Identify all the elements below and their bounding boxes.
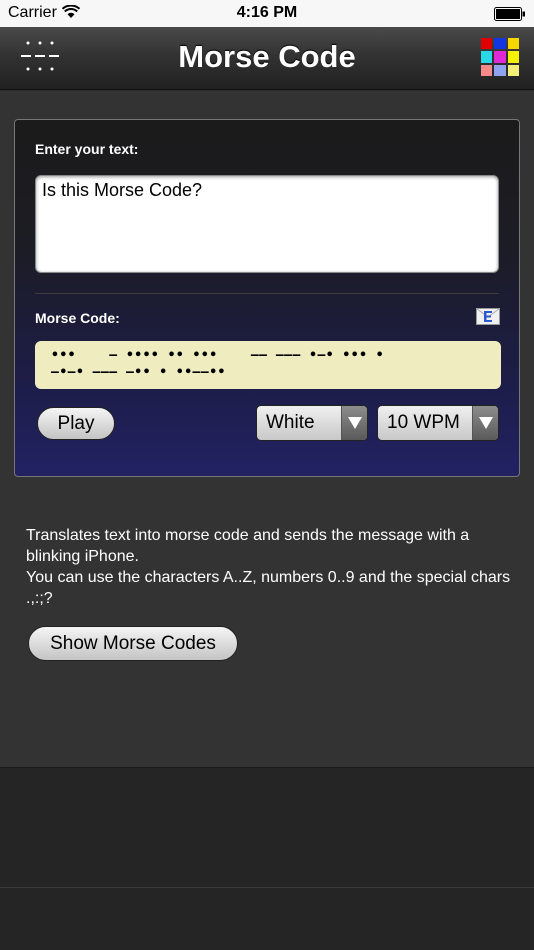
color-select[interactable]: White [256,405,368,441]
morse-output: ••• ‒ •••• •• ••• ‒‒ ‒‒‒ •‒• ••• • ‒•‒• … [35,341,501,389]
status-bar: Carrier 4:16 PM [0,0,534,27]
description-line: Translates text into morse code and send… [26,527,470,565]
color-grid-icon[interactable] [481,38,519,76]
status-time: 4:16 PM [236,4,298,21]
description-line: You can use the characters A..Z, numbers… [26,569,511,607]
color-grid-cell [507,64,519,76]
description-text: Translates text into morse code and send… [26,525,516,609]
morse-label: Morse Code: [35,310,120,326]
color-grid-cell [507,38,519,50]
color-grid-cell [481,51,493,63]
email-icon[interactable] [476,308,500,325]
color-grid-cell [507,51,519,63]
navigation-bar: Morse Code [0,27,534,90]
divider [0,887,534,888]
input-label: Enter your text: [35,141,139,157]
chevron-down-icon [348,417,362,429]
divider [35,293,499,294]
footer-area [0,767,534,950]
play-button[interactable]: Play [37,407,115,440]
morse-panel: Enter your text: Is this Morse Code? Mor… [14,119,520,477]
color-grid-cell [494,64,506,76]
battery-icon [494,7,525,21]
color-grid-cell [481,64,493,76]
color-select-value: White [266,412,315,433]
dropdown-arrow [472,406,498,440]
main-content: Enter your text: Is this Morse Code? Mor… [0,91,534,767]
color-grid-cell [481,38,493,50]
color-grid-cell [494,51,506,63]
dropdown-arrow [341,406,367,440]
show-morse-codes-button[interactable]: Show Morse Codes [28,626,238,661]
page-title: Morse Code [178,39,356,74]
speed-select[interactable]: 10 WPM [377,405,499,441]
text-input[interactable]: Is this Morse Code? [35,175,499,273]
color-grid-cell [494,38,506,50]
speed-select-value: 10 WPM [387,412,460,433]
chevron-down-icon [479,417,493,429]
